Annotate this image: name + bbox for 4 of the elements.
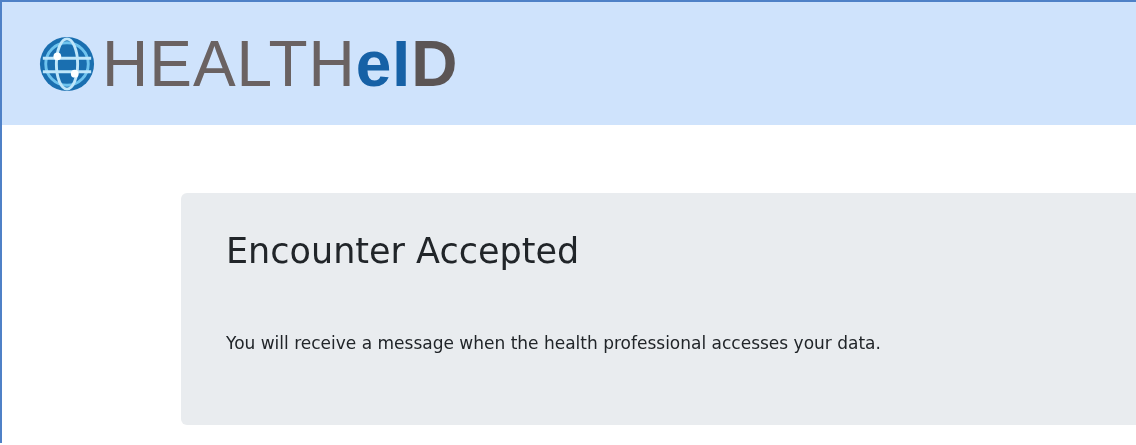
globe-icon	[38, 34, 96, 93]
logo-wordmark: HEALTHeID	[102, 31, 459, 96]
card-title: Encounter Accepted	[226, 231, 581, 271]
card-message: You will receive a message when the health professional accesses your data.	[226, 333, 882, 353]
